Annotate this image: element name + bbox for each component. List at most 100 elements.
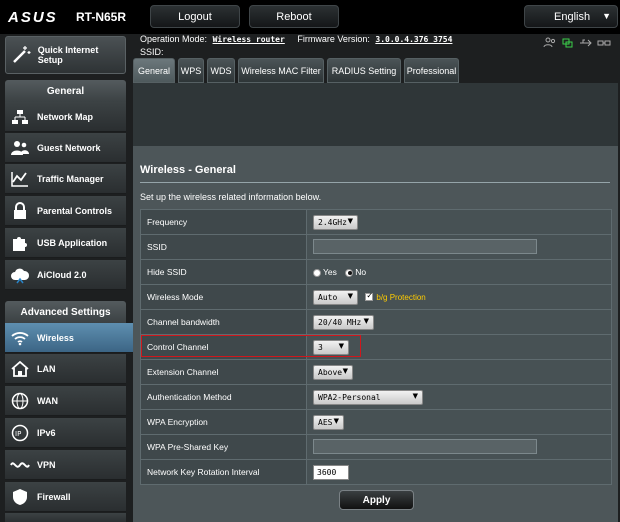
channel-bandwidth-value: 20/40 MHz	[318, 317, 362, 327]
key-rotation-input[interactable]: 3600	[313, 464, 349, 480]
extension-channel-select[interactable]: Above ▼	[313, 364, 353, 380]
ssid-input[interactable]	[313, 238, 537, 254]
link-icon[interactable]	[597, 37, 611, 49]
main-panel: Wireless - General Set up the wireless r…	[133, 83, 618, 522]
wpa-encryption-select[interactable]: AES ▼	[313, 414, 344, 430]
wireless-mode-value: Auto	[318, 292, 338, 302]
sidebar-item-label: AiCloud 2.0	[37, 269, 87, 280]
sidebar-item-label: USB Application	[37, 237, 108, 248]
extension-channel-value: Above	[318, 367, 343, 377]
chevron-down-icon: ▼	[412, 391, 418, 400]
tab-wps[interactable]: WPS	[178, 58, 204, 83]
sidebar-item-traffic-manager[interactable]: Traffic Manager	[5, 164, 126, 194]
auth-method-label: Authentication Method	[140, 384, 307, 410]
usb-icon[interactable]	[579, 37, 593, 49]
sidebar-item-label: IPv6	[37, 427, 56, 438]
chevron-down-icon: ▼	[347, 291, 353, 300]
network-status-icon[interactable]	[561, 37, 575, 49]
form-row-extension-channel: Extension Channel Above ▼	[140, 359, 612, 385]
bg-protection-checkbox[interactable]	[365, 291, 374, 302]
sidebar-item-label: Network Map	[37, 111, 94, 122]
hide-ssid-yes-radio[interactable]	[313, 268, 321, 277]
tab-professional[interactable]: Professional	[404, 58, 459, 83]
router-model: RT-N65R	[76, 10, 127, 24]
sidebar-item-vpn[interactable]: VPN	[5, 450, 126, 480]
asus-logo: ASUS	[8, 9, 58, 26]
form-row-wpa-psk: WPA Pre-Shared Key	[140, 434, 612, 460]
form-row-frequency: Frequency 2.4GHz ▼	[140, 209, 612, 235]
channel-bandwidth-select[interactable]: 20/40 MHz ▼	[313, 314, 374, 330]
control-channel-highlight	[141, 335, 361, 357]
wireless-mode-select[interactable]: Auto ▼	[313, 289, 358, 305]
hide-ssid-no-label: No	[355, 267, 367, 277]
ssid-label: SSID	[140, 234, 307, 260]
svg-text:IP: IP	[15, 430, 21, 438]
status-icons	[543, 37, 611, 49]
language-value: English	[554, 10, 591, 23]
sidebar-item-parental-controls[interactable]: Parental Controls	[5, 196, 126, 226]
hide-ssid-label: Hide SSID	[140, 259, 307, 285]
form-row-wireless-mode: Wireless Mode Auto ▼ b/g Protection	[140, 284, 612, 310]
wireless-tabs: General WPS WDS Wireless MAC Filter RADI…	[133, 58, 459, 83]
reboot-button[interactable]: Reboot	[249, 5, 339, 28]
hide-ssid-no-radio[interactable]	[345, 268, 354, 277]
wpa-psk-input[interactable]	[313, 438, 537, 454]
form-row-channel-bandwidth: Channel bandwidth 20/40 MHz ▼	[140, 309, 612, 335]
tab-general[interactable]: General	[133, 58, 175, 83]
quick-internet-setup-button[interactable]: Quick Internet Setup	[5, 36, 126, 74]
chevron-down-icon: ▼	[342, 366, 348, 375]
apply-button[interactable]: Apply	[339, 490, 414, 510]
sidebar-item-network-map[interactable]: Network Map	[5, 102, 126, 132]
wpa-psk-label: WPA Pre-Shared Key	[140, 434, 307, 460]
wand-icon	[10, 44, 32, 66]
sidebar-item-guest-network[interactable]: Guest Network	[5, 133, 126, 163]
puzzle-icon	[10, 234, 30, 252]
chevron-down-icon: ▼	[602, 11, 611, 21]
form-row-wpa-encryption: WPA Encryption AES ▼	[140, 409, 612, 435]
sidebar-item-wan[interactable]: WAN	[5, 386, 126, 416]
sidebar-item-lan[interactable]: LAN	[5, 354, 126, 384]
sidebar-item-label: LAN	[37, 363, 56, 374]
page-title: Wireless - General	[140, 164, 236, 176]
page-subtitle: Set up the wireless related information …	[140, 192, 322, 202]
language-select[interactable]: English ▼	[524, 5, 618, 28]
tab-radius-setting[interactable]: RADIUS Setting	[327, 58, 401, 83]
sidebar-item-partial	[5, 513, 126, 522]
logout-button[interactable]: Logout	[150, 5, 240, 28]
sidebar-item-label: Guest Network	[37, 142, 101, 153]
ssid-status-label: SSID:	[140, 47, 164, 57]
chevron-down-icon: ▼	[347, 216, 353, 225]
globe-icon	[10, 392, 30, 410]
tab-wds[interactable]: WDS	[207, 58, 235, 83]
key-rotation-label: Network Key Rotation Interval	[140, 459, 307, 485]
sidebar-item-label: WAN	[37, 395, 58, 406]
shield-icon	[10, 488, 30, 506]
bg-protection-label: b/g Protection	[376, 292, 426, 302]
hide-ssid-yes-label: Yes	[323, 267, 337, 277]
lock-icon	[10, 201, 30, 220]
quick-internet-setup-label: Quick Internet Setup	[37, 45, 99, 65]
frequency-select[interactable]: 2.4GHz ▼	[313, 214, 358, 230]
sidebar-item-ipv6[interactable]: IP IPv6	[5, 418, 126, 448]
traffic-chart-icon	[10, 170, 30, 188]
auth-method-select[interactable]: WPA2-Personal ▼	[313, 389, 423, 405]
sidebar-item-label: Parental Controls	[37, 205, 113, 216]
cloud-icon	[10, 266, 30, 284]
panel-top-area	[133, 83, 618, 146]
firmware-link[interactable]: 3.0.0.4.376_3754	[375, 35, 452, 44]
title-divider	[140, 182, 610, 183]
wpa-encryption-label: WPA Encryption	[140, 409, 307, 435]
sidebar-item-firewall[interactable]: Firewall	[5, 482, 126, 512]
ipv6-globe-icon: IP	[10, 424, 30, 442]
channel-bandwidth-label: Channel bandwidth	[140, 309, 307, 335]
tab-wireless-mac-filter[interactable]: Wireless MAC Filter	[238, 58, 324, 83]
frequency-value: 2.4GHz	[318, 217, 347, 227]
sidebar-item-label: VPN	[37, 459, 56, 470]
operation-mode-link[interactable]: Wireless router	[213, 35, 285, 44]
sidebar-item-usb-application[interactable]: USB Application	[5, 228, 126, 258]
form-row-key-rotation: Network Key Rotation Interval 3600	[140, 459, 612, 485]
sidebar-item-aicloud[interactable]: AiCloud 2.0	[5, 260, 126, 290]
firmware-label: Firmware Version:	[297, 34, 370, 44]
clients-icon[interactable]	[543, 37, 557, 49]
sidebar-item-wireless[interactable]: Wireless	[5, 323, 133, 353]
